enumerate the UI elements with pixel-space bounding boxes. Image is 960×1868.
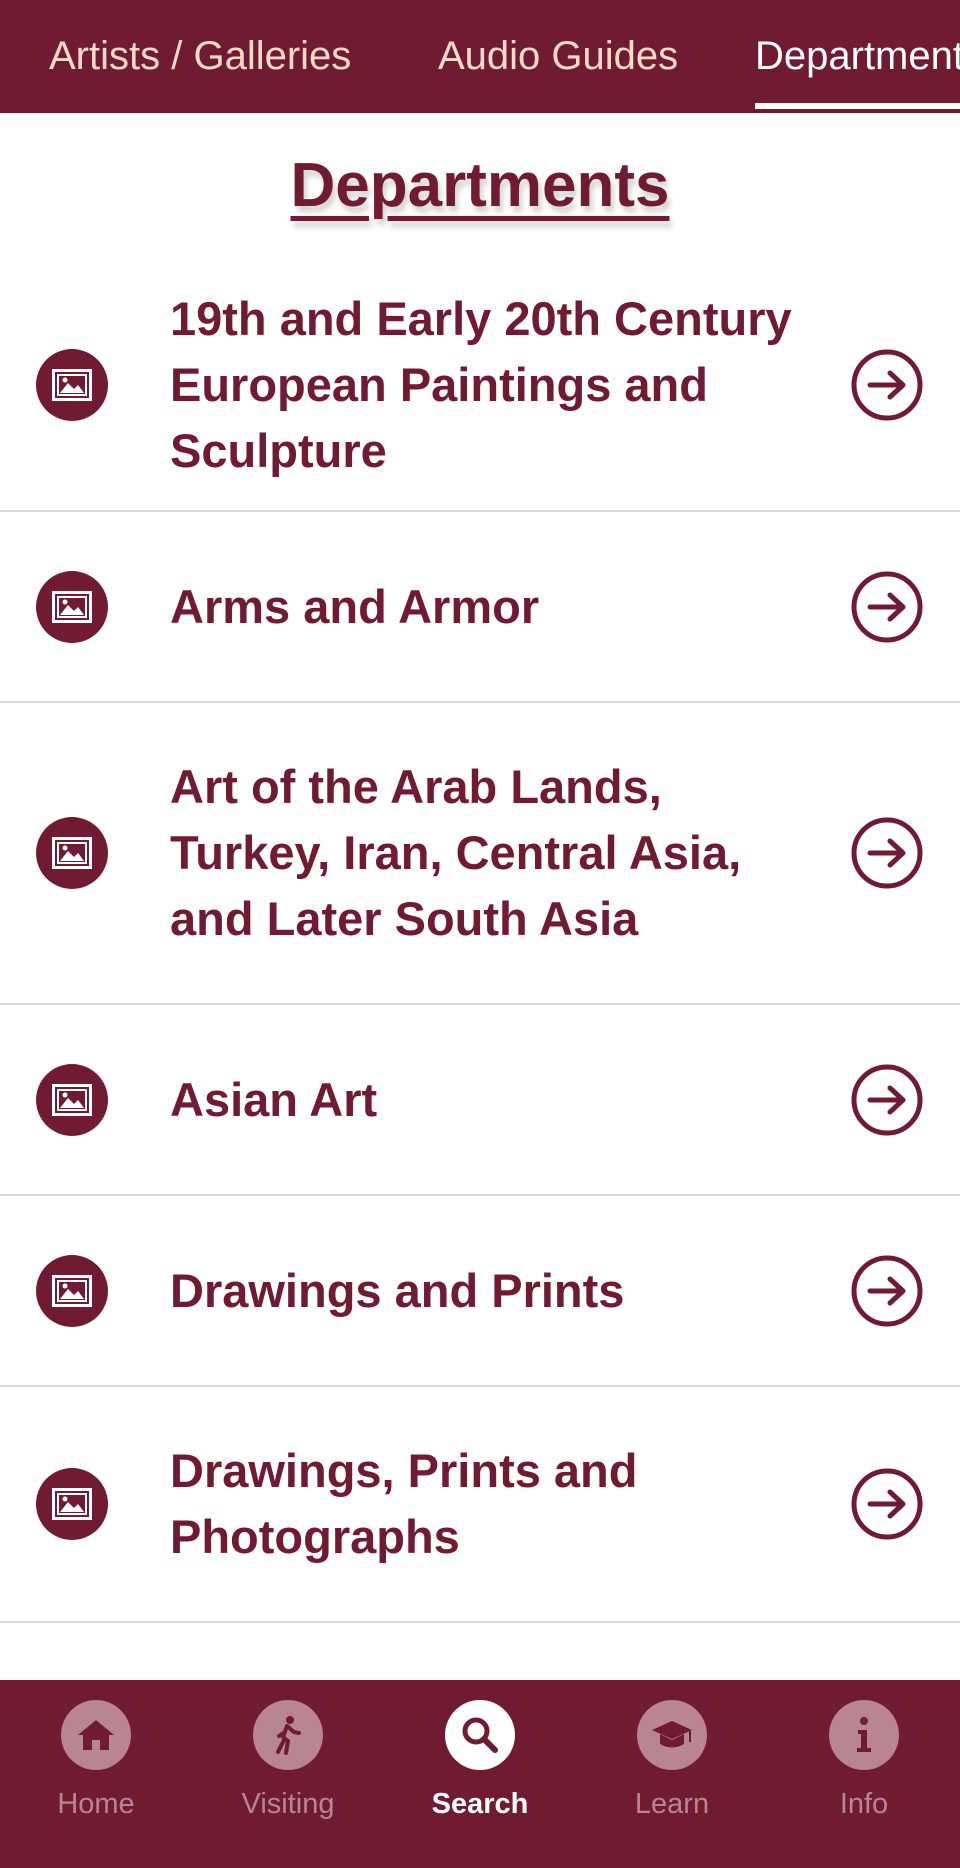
nav-home[interactable]: Home: [0, 1700, 192, 1850]
image-icon: [36, 570, 108, 643]
nav-label: Search: [431, 1788, 529, 1820]
arrow-right-circle-icon[interactable]: [850, 1063, 924, 1137]
department-item[interactable]: 19th and Early 20th Century European Pai…: [0, 260, 960, 512]
top-tab-bar: Artists / Galleries Audio Guides Departm…: [0, 0, 960, 113]
tab-label: Artists / Galleries: [49, 34, 352, 78]
active-tab-indicator: [755, 103, 960, 109]
nav-label: Learn: [634, 1788, 710, 1820]
app-root: Artists / Galleries Audio Guides Departm…: [0, 0, 960, 1868]
tab-artists-galleries[interactable]: Artists / Galleries: [49, 0, 351, 113]
nav-label: Info: [839, 1788, 889, 1820]
department-label: 19th and Early 20th Century European Pai…: [170, 292, 792, 477]
nav-search[interactable]: Search: [384, 1700, 576, 1850]
home-icon: [61, 1700, 131, 1770]
image-icon: [36, 1063, 108, 1136]
department-label: Asian Art: [170, 1072, 378, 1126]
nav-visiting[interactable]: Visiting: [192, 1700, 384, 1850]
department-item[interactable]: Asian Art: [0, 1005, 960, 1196]
arrow-right-circle-icon[interactable]: [850, 1254, 924, 1328]
search-icon: [445, 1700, 515, 1770]
nav-learn[interactable]: Learn: [576, 1700, 768, 1850]
tab-departments[interactable]: Departments: [755, 0, 960, 113]
image-icon: [36, 817, 108, 889]
department-label: Arms and Armor: [170, 579, 540, 633]
arrow-right-circle-icon[interactable]: [850, 570, 924, 644]
department-item[interactable]: Drawings and Prints: [0, 1196, 960, 1387]
tab-audio-guides[interactable]: Audio Guides: [438, 0, 678, 113]
page-title: Departments: [290, 151, 670, 220]
department-item[interactable]: Drawings, Prints and Photographs: [0, 1387, 960, 1623]
department-label: Drawings, Prints and Photographs: [170, 1444, 638, 1563]
department-item[interactable]: Arms and Armor: [0, 512, 960, 703]
image-icon: [36, 1254, 108, 1327]
nav-label: Home: [57, 1788, 135, 1820]
arrow-right-circle-icon[interactable]: [850, 816, 924, 890]
department-label: Art of the Arab Lands, Turkey, Iran, Cen…: [170, 760, 742, 945]
image-icon: [36, 349, 108, 421]
nav-label: Visiting: [241, 1788, 335, 1820]
nav-info[interactable]: Info: [768, 1700, 960, 1850]
arrow-right-circle-icon[interactable]: [850, 348, 924, 422]
department-item[interactable]: Art of the Arab Lands, Turkey, Iran, Cen…: [0, 703, 960, 1005]
arrow-right-circle-icon[interactable]: [850, 1467, 924, 1541]
info-icon: [829, 1700, 899, 1770]
tab-label: Audio Guides: [438, 34, 679, 78]
graduation-cap-icon: [637, 1700, 707, 1770]
tab-label: Departments: [755, 34, 960, 78]
image-icon: [36, 1468, 108, 1540]
walking-person-icon: [253, 1700, 323, 1770]
bottom-nav: Home Visiting Search Learn Info: [0, 1680, 960, 1868]
department-label: Drawings and Prints: [170, 1263, 625, 1317]
department-list: 19th and Early 20th Century European Pai…: [0, 260, 960, 1623]
